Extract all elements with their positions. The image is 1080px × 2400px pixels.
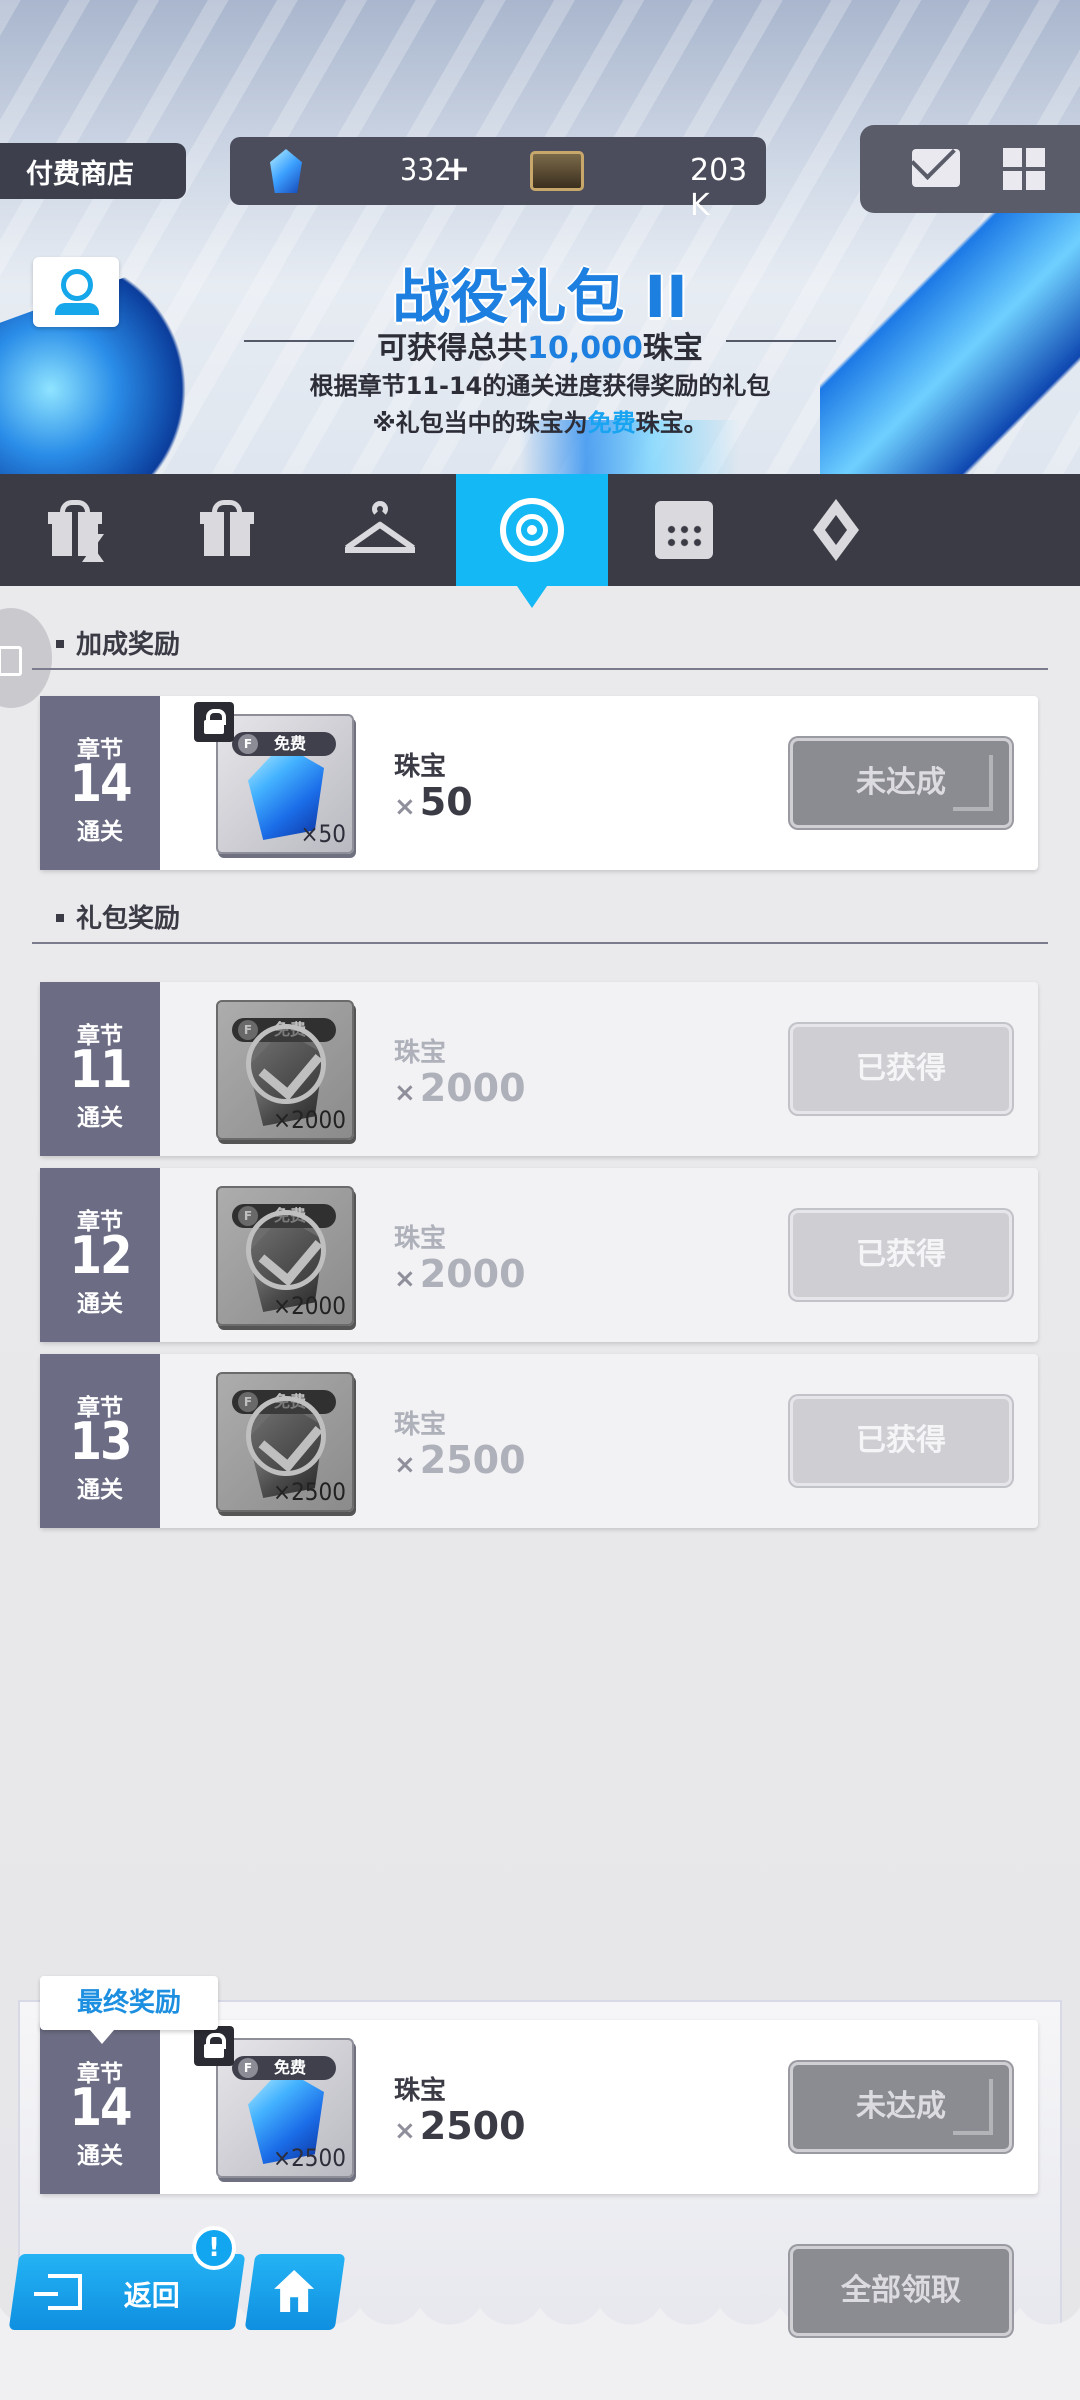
tab-costume[interactable] bbox=[304, 474, 456, 586]
download-arrow-icon bbox=[953, 755, 993, 811]
item-quantity: ×50 bbox=[300, 820, 346, 848]
reward-name: 珠宝 bbox=[394, 1410, 447, 1440]
chapter-badge: 章节 14 通关 bbox=[40, 696, 160, 870]
header-banner: 付费商店 332 + 203 K 战役礼包 II 可获得总共10,000珠宝 根… bbox=[0, 0, 1080, 474]
reward-card-final: 章节 14 通关 免费 ×2500 珠宝 ×2500 未达成 bbox=[40, 2020, 1038, 2194]
banner-note: ※礼包当中的珠宝为免费珠宝。 bbox=[372, 409, 708, 437]
target-icon bbox=[500, 498, 564, 562]
banner-subtitle: 可获得总共10,000珠宝 bbox=[377, 331, 703, 366]
gem-reward-icon[interactable]: 免费 ×2500 bbox=[216, 2038, 354, 2178]
notification-badge: ! bbox=[192, 2226, 236, 2270]
claim-button[interactable]: 未达成 bbox=[790, 2062, 1012, 2152]
add-gems-button[interactable]: + bbox=[442, 149, 471, 189]
claim-button[interactable]: 未达成 bbox=[790, 738, 1012, 828]
tab-calendar[interactable] bbox=[608, 474, 760, 586]
reward-quantity: × 2000 bbox=[394, 1252, 526, 1296]
reward-card: 章节 12 通关 免费 ×2000 珠宝 ×2000 已获得 bbox=[40, 1168, 1038, 1342]
gem-reward-icon[interactable]: 免费 ×2500 bbox=[216, 1372, 354, 1512]
claimed-button[interactable]: 已获得 bbox=[790, 1210, 1012, 1300]
reward-card-bonus: 章节 14 通关 免费 ×50 珠宝 ×50 未达成 bbox=[40, 696, 1038, 870]
menu-grid-icon[interactable] bbox=[1003, 148, 1045, 190]
download-arrow-icon bbox=[953, 2079, 993, 2135]
claimed-button[interactable]: 已获得 bbox=[790, 1024, 1012, 1114]
gift-timer-icon bbox=[46, 500, 106, 562]
chapter-badge: 章节 12 通关 bbox=[40, 1168, 160, 1342]
chapter-badge: 章节 13 通关 bbox=[40, 1354, 160, 1528]
tab-special[interactable] bbox=[760, 474, 912, 586]
reward-quantity: × 50 bbox=[394, 780, 473, 824]
gift-icon bbox=[198, 500, 258, 560]
paid-shop-label[interactable]: 付费商店 bbox=[0, 143, 186, 199]
mail-icon[interactable] bbox=[912, 149, 960, 187]
reward-card: 章节 11 通关 免费 ×2000 珠宝 ×2000 已获得 bbox=[40, 982, 1038, 1156]
reward-name: 珠宝 bbox=[394, 1038, 447, 1068]
home-icon bbox=[274, 2270, 314, 2312]
chapter-badge: 章节 14 通关 bbox=[40, 2020, 160, 2194]
reward-name: 珠宝 bbox=[394, 2076, 447, 2106]
reward-quantity: × 2000 bbox=[394, 1066, 526, 1110]
claimed-button[interactable]: 已获得 bbox=[790, 1396, 1012, 1486]
home-button[interactable] bbox=[244, 2254, 346, 2330]
check-icon bbox=[246, 1210, 326, 1290]
reward-quantity: × 2500 bbox=[394, 2104, 526, 2148]
reward-quantity: × 2500 bbox=[394, 1438, 526, 1482]
reward-name: 珠宝 bbox=[394, 752, 447, 782]
banner-description: 根据章节11-14的通关进度获得奖励的礼包 bbox=[309, 372, 771, 400]
claim-all-button[interactable]: 全部领取 bbox=[790, 2246, 1012, 2336]
chapter-badge: 章节 11 通关 bbox=[40, 982, 160, 1156]
ticket-icon bbox=[530, 151, 584, 191]
gem-reward-icon[interactable]: 免费 ×2000 bbox=[216, 1186, 354, 1326]
final-reward-tag: 最终奖励 bbox=[40, 1976, 218, 2044]
currency-bar: 332 + 203 K bbox=[230, 137, 766, 223]
tab-limited-gift[interactable] bbox=[0, 474, 152, 586]
tab-gift[interactable] bbox=[152, 474, 304, 586]
check-icon bbox=[246, 1396, 326, 1476]
gem-icon bbox=[270, 149, 302, 193]
tab-campaign[interactable] bbox=[456, 474, 608, 608]
gem-reward-icon[interactable]: 免费 ×2000 bbox=[216, 1000, 354, 1140]
lock-icon bbox=[194, 2026, 234, 2066]
check-icon bbox=[246, 1024, 326, 1104]
hanger-icon bbox=[345, 501, 415, 555]
section-bonus-title: 加成奖励 bbox=[32, 624, 1048, 670]
total-gems-amount: 10,000 bbox=[527, 331, 643, 366]
banner-title: 战役礼包 II bbox=[392, 263, 688, 331]
lock-icon bbox=[194, 702, 234, 742]
gem-reward-icon[interactable]: 免费 ×50 bbox=[216, 714, 354, 854]
free-tag: 免费 bbox=[232, 732, 336, 756]
reward-name: 珠宝 bbox=[394, 1224, 447, 1254]
section-package-title: 礼包奖励 bbox=[32, 898, 1048, 944]
diamond-icon bbox=[813, 499, 859, 561]
reward-card: 章节 13 通关 免费 ×2500 珠宝 ×2500 已获得 bbox=[40, 1354, 1038, 1528]
ticket-count: 203 K bbox=[690, 153, 748, 223]
calendar-icon bbox=[655, 501, 713, 559]
exit-icon bbox=[48, 2274, 82, 2310]
utility-bar bbox=[860, 125, 1080, 213]
category-tab-bar bbox=[0, 474, 1080, 608]
